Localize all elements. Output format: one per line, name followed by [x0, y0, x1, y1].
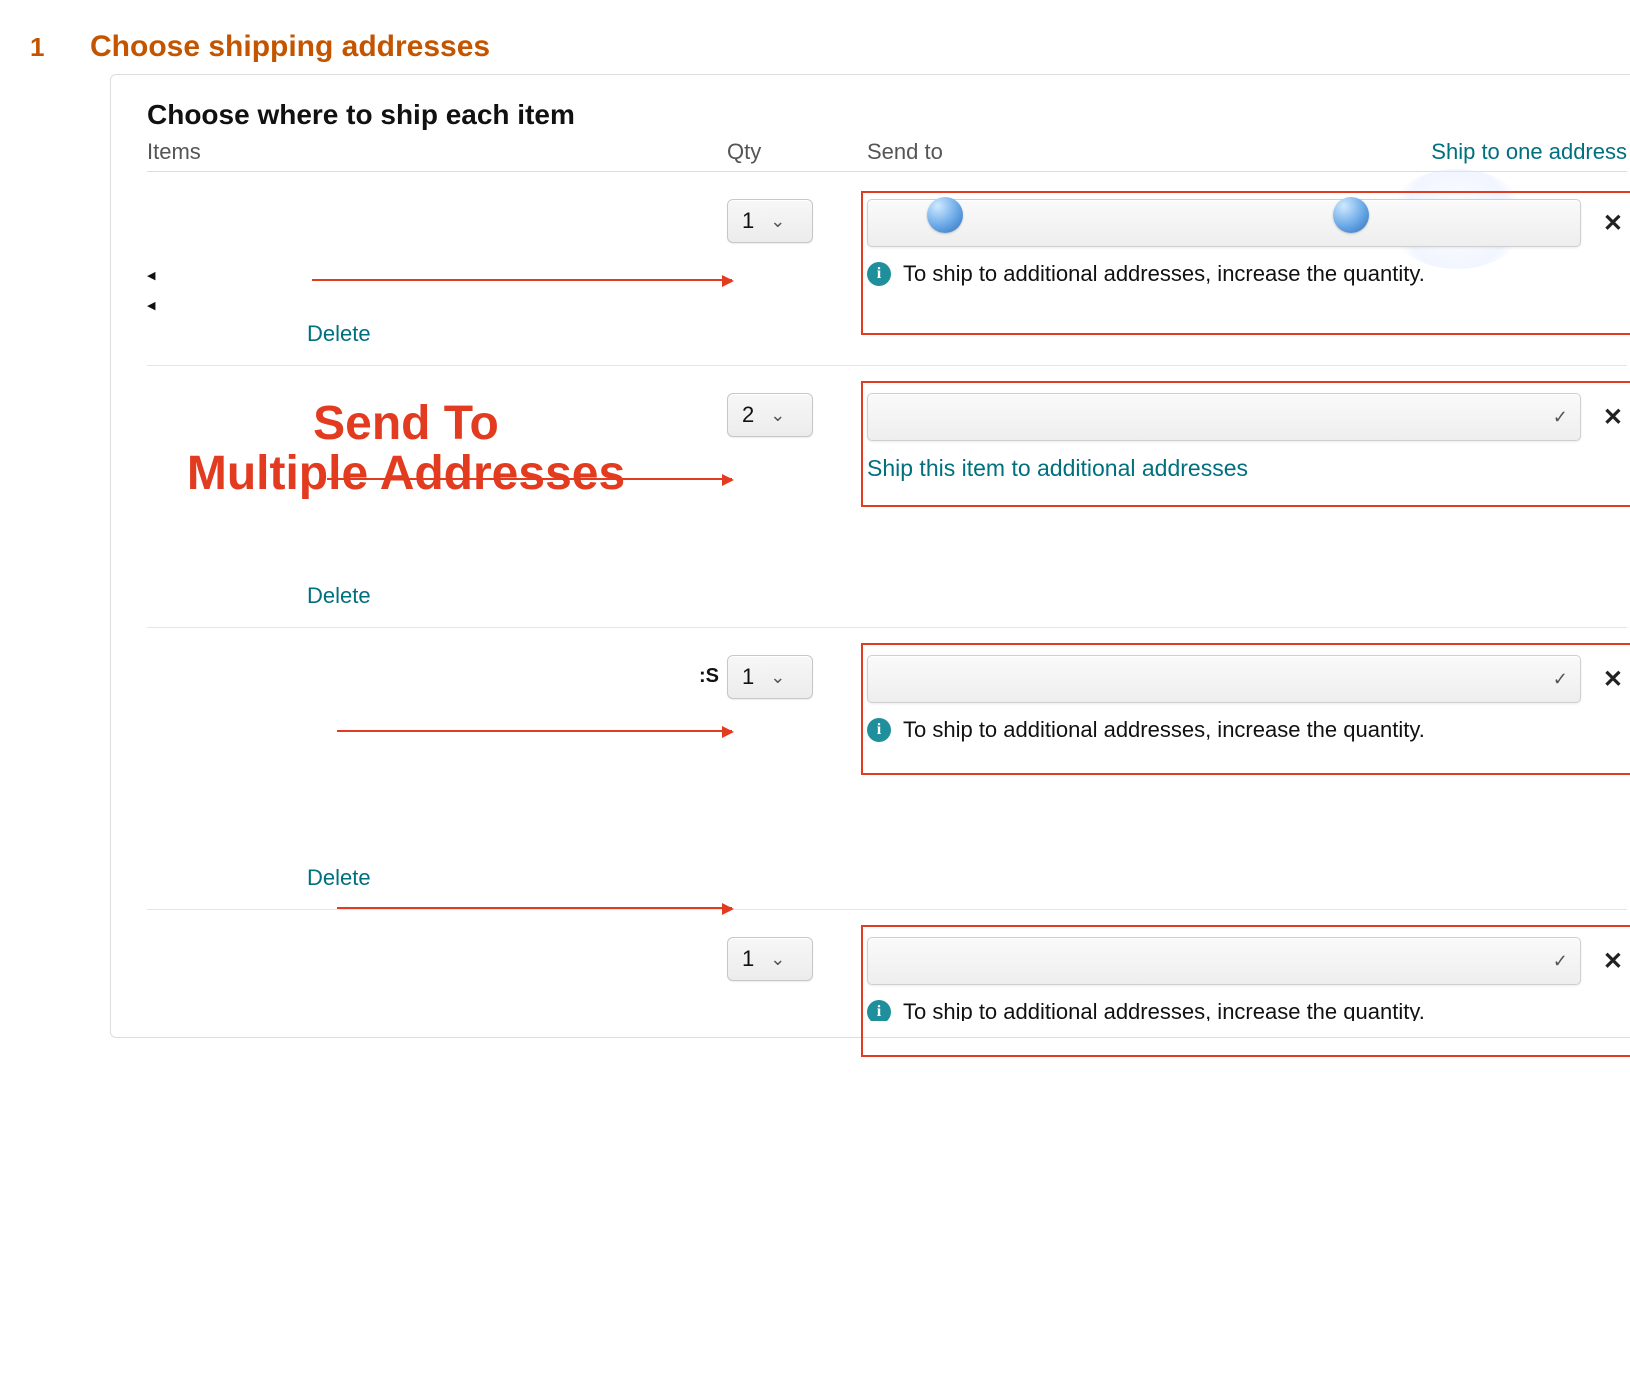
- col-items-header: Items: [147, 139, 727, 165]
- remove-address-button[interactable]: ✕: [1599, 665, 1627, 694]
- info-icon: i: [867, 1000, 891, 1021]
- address-select[interactable]: ✓: [867, 393, 1581, 441]
- chevron-down-icon: ⌄: [770, 949, 785, 970]
- step-title: Choose shipping addresses: [90, 30, 490, 64]
- remove-address-button[interactable]: ✕: [1599, 947, 1627, 976]
- orb-icon: [927, 197, 963, 233]
- chevron-down-icon: ⌄: [770, 405, 785, 426]
- quantity-stepper[interactable]: 1 ⌄: [727, 199, 813, 243]
- col-sendto-header: Send to: [867, 139, 943, 165]
- chevron-down-icon: ⌄: [770, 667, 785, 688]
- quantity-value: 2: [742, 402, 754, 428]
- delete-item-link[interactable]: Delete: [307, 865, 371, 890]
- chevron-down-icon: ⌄: [770, 211, 785, 232]
- qty-hint: To ship to additional addresses, increas…: [903, 261, 1425, 287]
- shipping-card: Choose where to ship each item Items Qty…: [110, 74, 1630, 1038]
- step-number: 1: [30, 32, 60, 63]
- info-icon: i: [867, 718, 891, 742]
- quantity-stepper[interactable]: 2 ⌄: [727, 393, 813, 437]
- qty-hint: To ship to additional addresses, increas…: [903, 999, 1425, 1021]
- truncated-item-text: :S: [699, 665, 719, 688]
- item-row: ◀ ◀ 1 ⌄: [147, 172, 1627, 299]
- info-icon: i: [867, 262, 891, 286]
- decorative-orbs: [927, 197, 1630, 233]
- quantity-stepper[interactable]: 1 ⌄: [727, 937, 813, 981]
- annotation-arrow: [312, 279, 732, 281]
- check-icon: ✓: [1553, 951, 1568, 972]
- quantity-value: 1: [742, 664, 754, 690]
- quantity-stepper[interactable]: 1 ⌄: [727, 655, 813, 699]
- address-select[interactable]: ✓: [867, 937, 1581, 985]
- ship-to-one-address-link[interactable]: Ship to one address: [1431, 139, 1627, 165]
- remove-address-button[interactable]: ✕: [1599, 403, 1627, 432]
- truncated-text-glyph: ◀: [147, 269, 152, 282]
- item-row: :S 1 ⌄ ✓ ✕: [147, 628, 1627, 755]
- quantity-value: 1: [742, 208, 754, 234]
- check-icon: ✓: [1553, 669, 1568, 690]
- address-select[interactable]: ✓: [867, 655, 1581, 703]
- check-icon: ✓: [1553, 407, 1568, 428]
- col-qty-header: Qty: [727, 139, 867, 165]
- truncated-text-glyph: ◀: [147, 299, 152, 312]
- annotation-arrow: [337, 730, 732, 732]
- panel-heading: Choose where to ship each item: [147, 99, 1627, 131]
- delete-item-link[interactable]: Delete: [307, 583, 371, 608]
- delete-item-link[interactable]: Delete: [307, 321, 371, 346]
- item-row: 2 ⌄ ✓ ✕ Ship this item to additional add…: [147, 366, 1627, 493]
- ship-additional-link[interactable]: Ship this item to additional addresses: [867, 455, 1248, 482]
- annotation-arrow: [327, 478, 732, 480]
- item-row: 1 ⌄ ✓ ✕ i To ship to add: [147, 910, 1627, 1037]
- orb-icon: [1333, 197, 1369, 233]
- qty-hint: To ship to additional addresses, increas…: [903, 717, 1425, 743]
- quantity-value: 1: [742, 946, 754, 972]
